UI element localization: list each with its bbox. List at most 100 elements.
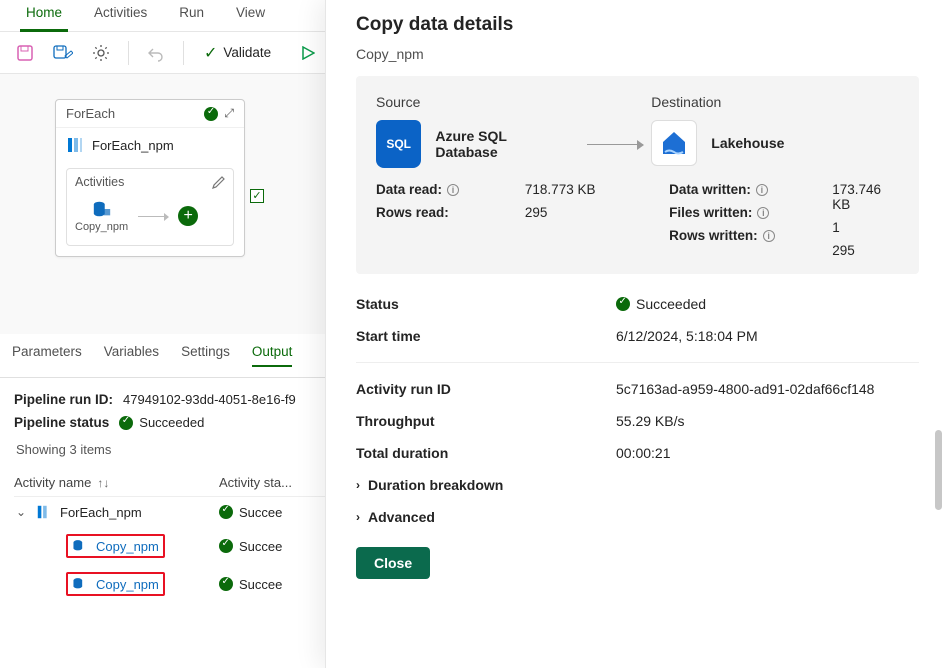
col-activity-status[interactable]: Activity sta...: [219, 475, 292, 490]
undo-button[interactable]: [139, 37, 173, 69]
run-button[interactable]: [291, 37, 325, 69]
success-status-icon: [119, 416, 133, 430]
detail-value: 00:00:21: [616, 445, 671, 461]
stat-value: 718.773 KB: [525, 182, 629, 197]
info-icon[interactable]: i: [763, 230, 775, 242]
detail-label: Total duration: [356, 445, 616, 461]
save-as-button[interactable]: [46, 37, 80, 69]
validate-button[interactable]: ✓ Validate: [194, 43, 281, 63]
tab-output[interactable]: Output: [252, 344, 293, 367]
foreach-type-label: ForEach: [66, 106, 115, 121]
loop-icon: [36, 504, 52, 520]
success-status-icon: [219, 505, 233, 519]
detail-label: Activity run ID: [356, 381, 616, 397]
sql-copy-icon: [72, 576, 88, 592]
tab-parameters[interactable]: Parameters: [12, 344, 82, 367]
add-activity-button[interactable]: +: [178, 206, 198, 226]
stat-value: 173.746 KB: [832, 182, 899, 212]
run-id-value: 47949102-93dd-4051-8e16-f9: [123, 392, 296, 407]
undo-icon: [147, 44, 165, 62]
run-details: Status Succeeded Start time 6/12/2024, 5…: [356, 274, 919, 533]
detail-label: Throughput: [356, 413, 616, 429]
activity-name: ForEach_npm: [60, 505, 142, 520]
detail-value: 55.29 KB/s: [616, 413, 685, 429]
tab-view[interactable]: View: [220, 0, 281, 31]
success-status-icon: [616, 297, 630, 311]
activities-container: Activities Copy_npm +: [66, 168, 234, 246]
source-label: Source: [376, 94, 651, 110]
toolbar-divider: [128, 41, 129, 65]
activity-status: Succee: [239, 577, 282, 592]
detail-value: Succeeded: [636, 296, 706, 312]
info-icon[interactable]: i: [756, 184, 768, 196]
loop-icon: [66, 136, 84, 154]
sql-copy-icon: [72, 538, 88, 554]
source-name: Azure SQL Database: [435, 128, 565, 160]
pipeline-status-value: Succeeded: [139, 415, 204, 430]
stat-value: 295: [832, 243, 899, 258]
source-destination-card: Source Azure SQL Database Destination La…: [356, 76, 919, 274]
scrollbar[interactable]: [935, 430, 942, 510]
save-button[interactable]: [8, 37, 42, 69]
expander-icon[interactable]: ⌄: [14, 505, 28, 519]
success-status-icon: [219, 577, 233, 591]
foreach-name-row: ForEach_npm: [56, 128, 244, 162]
flow-arrow-icon: [587, 144, 643, 145]
validate-flag-icon: ✓: [250, 189, 264, 203]
edit-activities-button[interactable]: [212, 176, 225, 189]
tab-activities[interactable]: Activities: [78, 0, 163, 31]
tab-home[interactable]: Home: [10, 0, 78, 31]
destination-label: Destination: [651, 94, 899, 110]
sql-database-icon: [376, 120, 421, 168]
sort-icon[interactable]: ↑↓: [97, 476, 109, 490]
stat-label: Data read:i: [376, 182, 485, 197]
run-id-label: Pipeline run ID:: [14, 392, 113, 407]
copy-stats: Data read:i Rows read: 718.773 KB 295 Da…: [376, 182, 899, 258]
info-icon[interactable]: i: [447, 184, 459, 196]
activity-status: Succee: [239, 505, 282, 520]
pencil-icon: [212, 176, 225, 189]
foreach-header: ForEach ⤢: [56, 100, 244, 128]
play-icon: [301, 46, 315, 60]
foreach-name: ForEach_npm: [92, 138, 174, 153]
toolbar-divider-2: [183, 41, 184, 65]
tab-variables[interactable]: Variables: [104, 344, 159, 367]
stat-label: Files written:i: [669, 205, 792, 220]
activity-name-link[interactable]: Copy_npm: [96, 539, 159, 554]
chevron-right-icon: ›: [356, 510, 360, 524]
activity-name-link[interactable]: Copy_npm: [96, 577, 159, 592]
stat-label: Rows written:i: [669, 228, 792, 243]
success-status-icon: [204, 107, 218, 121]
gear-icon: [92, 44, 110, 62]
activities-label: Activities: [75, 175, 124, 189]
collapse-icon[interactable]: ⤢: [224, 106, 234, 121]
detail-label: Start time: [356, 328, 616, 344]
copy-activity-label: Copy_npm: [75, 221, 128, 233]
stat-label: Data written:i: [669, 182, 792, 197]
advanced-expander[interactable]: ›Advanced: [356, 501, 919, 533]
flow-arrow: [138, 216, 168, 217]
settings-button[interactable]: [84, 37, 118, 69]
pipeline-status-label: Pipeline status: [14, 415, 109, 430]
save-as-icon: [53, 44, 73, 62]
detail-value: 6/12/2024, 5:18:04 PM: [616, 328, 758, 344]
stat-value: 295: [525, 205, 629, 220]
check-icon: ✓: [204, 43, 217, 63]
divider: [356, 362, 919, 363]
activity-status: Succee: [239, 539, 282, 554]
detail-label: Status: [356, 296, 616, 312]
stat-label: Rows read:: [376, 205, 485, 220]
foreach-activity-card[interactable]: ForEach ⤢ ForEach_npm Activities: [55, 99, 245, 257]
copy-activity-icon[interactable]: [92, 199, 112, 219]
duration-breakdown-expander[interactable]: ›Duration breakdown: [356, 469, 919, 501]
col-activity-name[interactable]: Activity name: [14, 475, 91, 490]
copy-details-panel: Copy data details Copy_npm Source Azure …: [325, 0, 945, 668]
info-icon[interactable]: i: [757, 207, 769, 219]
panel-title: Copy data details: [356, 14, 919, 36]
detail-value: 5c7163ad-a959-4800-ad91-02daf66cf148: [616, 381, 874, 397]
close-button[interactable]: Close: [356, 547, 430, 579]
tab-run[interactable]: Run: [163, 0, 220, 31]
success-status-icon: [219, 539, 233, 553]
tab-settings[interactable]: Settings: [181, 344, 230, 367]
chevron-right-icon: ›: [356, 478, 360, 492]
